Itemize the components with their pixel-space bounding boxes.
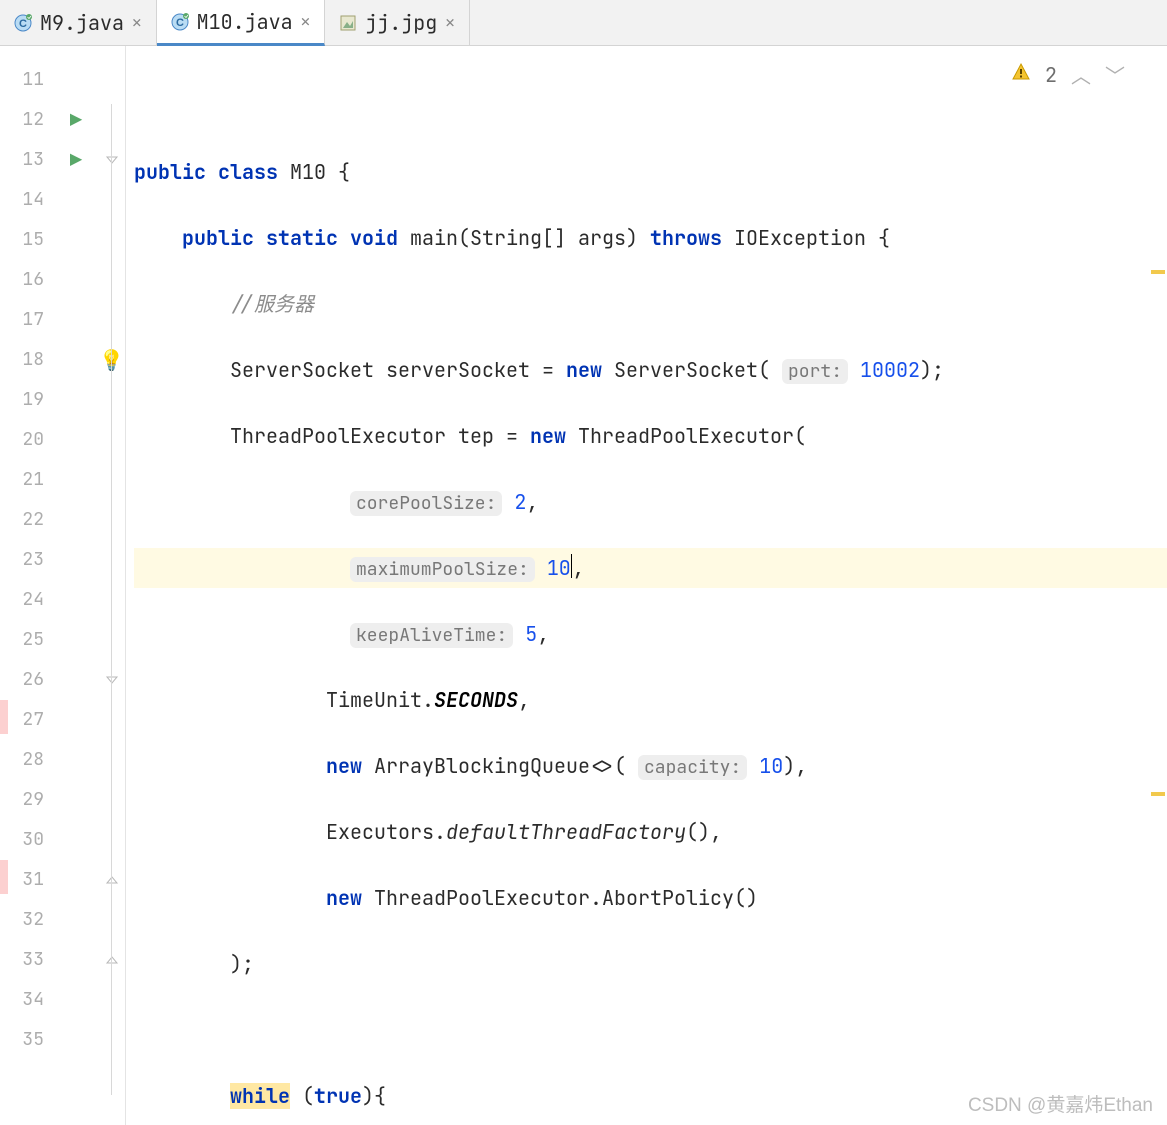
line-number: 12 — [0, 100, 54, 140]
close-icon[interactable]: ✕ — [445, 12, 455, 33]
line-number: 28 — [0, 740, 54, 780]
watermark: CSDN @黄嘉炜Ethan — [968, 1090, 1153, 1117]
param-hint: capacity: — [638, 755, 747, 780]
line-number: 22 — [0, 500, 54, 540]
svg-text:C: C — [19, 18, 27, 30]
line-number: 20 — [0, 420, 54, 460]
tab-m9[interactable]: C M9.java ✕ — [0, 0, 157, 45]
tab-label: M10.java — [197, 9, 293, 35]
svg-text:C: C — [176, 17, 184, 29]
run-icon[interactable]: ▶ — [70, 107, 82, 133]
warning-icon — [1011, 62, 1031, 88]
param-hint: maximumPoolSize: — [350, 557, 535, 582]
line-number: 23 — [0, 540, 54, 580]
param-hint: port: — [782, 359, 848, 384]
line-number-gutter: 11 12 13 14 15 16 17 18 19 20 21 22 23 2… — [0, 46, 54, 1125]
editor-area: 11 12 13 14 15 16 17 18 19 20 21 22 23 2… — [0, 46, 1167, 1125]
line-number: 17 — [0, 300, 54, 340]
line-number: 32 — [0, 900, 54, 940]
line-number: 27 — [0, 700, 54, 740]
line-number: 13 — [0, 140, 54, 180]
line-number: 16 — [0, 260, 54, 300]
line-number: 14 — [0, 180, 54, 220]
fold-gutter: 💡 — [98, 46, 126, 1125]
tab-m10[interactable]: C M10.java ✕ — [157, 0, 326, 46]
line-number: 30 — [0, 820, 54, 860]
line-number: 29 — [0, 780, 54, 820]
strip-warn-marker[interactable] — [1151, 270, 1165, 274]
warning-count: 2 — [1045, 62, 1057, 88]
close-icon[interactable]: ✕ — [301, 11, 311, 32]
chevron-down-icon[interactable]: ﹀ — [1105, 60, 1125, 89]
line-number: 26 — [0, 660, 54, 700]
icon-gutter: ▶ ▶ — [54, 46, 98, 1125]
line-number: 15 — [0, 220, 54, 260]
tab-bar: C M9.java ✕ C M10.java ✕ jj.jpg ✕ — [0, 0, 1167, 46]
tab-jj[interactable]: jj.jpg ✕ — [325, 0, 470, 45]
chevron-up-icon[interactable]: ︿ — [1071, 60, 1091, 89]
param-hint: keepAliveTime: — [350, 623, 513, 648]
line-number: 11 — [0, 60, 54, 100]
line-number: 21 — [0, 460, 54, 500]
strip-warn-marker[interactable] — [1151, 792, 1165, 796]
run-icon[interactable]: ▶ — [70, 147, 82, 173]
code-editor[interactable]: public class M10 { public static void ma… — [126, 46, 1167, 1125]
line-number: 18 — [0, 340, 54, 380]
line-number: 19 — [0, 380, 54, 420]
tab-label: M9.java — [40, 10, 124, 36]
line-number: 24 — [0, 580, 54, 620]
vcs-change-marker — [0, 700, 8, 734]
class-file-icon: C — [171, 13, 189, 31]
image-file-icon — [339, 14, 357, 32]
vcs-change-marker — [0, 860, 8, 894]
line-number: 31 — [0, 860, 54, 900]
tab-label: jj.jpg — [365, 10, 437, 36]
inspection-widget[interactable]: 2 ︿ ﹀ — [1011, 60, 1125, 89]
param-hint: corePoolSize: — [350, 491, 502, 516]
class-file-icon: C — [14, 14, 32, 32]
line-number: 35 — [0, 1020, 54, 1060]
line-number: 25 — [0, 620, 54, 660]
line-number: 34 — [0, 980, 54, 1020]
error-strip[interactable] — [1149, 92, 1167, 1125]
close-icon[interactable]: ✕ — [132, 12, 142, 33]
line-number: 33 — [0, 940, 54, 980]
